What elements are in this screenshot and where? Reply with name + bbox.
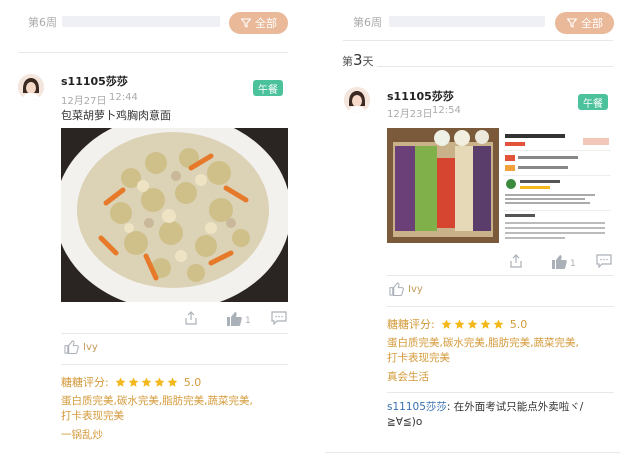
- divider: [377, 66, 613, 67]
- rating-row: 糖糖评分: 5.0: [61, 374, 201, 390]
- rating-score: 5.0: [183, 375, 202, 389]
- meal-badge: 午餐: [578, 94, 608, 110]
- like-button[interactable]: 1: [226, 311, 251, 326]
- reply-comment[interactable]: s11105莎莎: 在外面考试只能点外卖啦ヾ/: [387, 400, 583, 415]
- thumbs-up-outline-icon: [64, 340, 79, 354]
- coach-feedback-line: 蛋白质完美,碳水完美,脂肪完美,蔬菜完美,: [61, 395, 253, 407]
- rating-label: 糖糖评分:: [61, 376, 109, 389]
- coach-feedback-line: 打卡表现完美: [61, 410, 124, 422]
- post-date: 12月27日: [61, 96, 107, 107]
- share-button[interactable]: [509, 254, 523, 268]
- reply-text: : 在外面考试只能点外卖啦ヾ/: [446, 401, 584, 413]
- divider: [387, 306, 614, 307]
- star-icon: [128, 377, 139, 387]
- rating-score: 5.0: [509, 317, 528, 331]
- star-icon: [441, 319, 452, 329]
- share-icon: [185, 311, 197, 325]
- divider: [325, 452, 620, 453]
- liked-by-row: Ivy: [389, 282, 423, 296]
- share-button[interactable]: [184, 311, 198, 325]
- filter-label: 全部: [581, 17, 603, 30]
- star-icon: [141, 377, 152, 387]
- avatar[interactable]: [344, 87, 370, 113]
- meal-badge: 午餐: [253, 80, 283, 96]
- username[interactable]: s11105莎莎: [61, 73, 128, 89]
- star-icon: [480, 319, 491, 329]
- divider: [387, 275, 614, 276]
- star-icon: [454, 319, 465, 329]
- week-label: 第6周: [28, 16, 57, 29]
- liked-by-row: Ivy: [64, 340, 98, 354]
- star-icon: [154, 377, 165, 387]
- thumbs-up-outline-icon: [389, 282, 404, 296]
- liked-by-name[interactable]: Ivy: [83, 342, 98, 353]
- coach-feedback-note: 真会生活: [387, 371, 429, 383]
- comment-icon: [271, 311, 287, 325]
- divider: [387, 392, 614, 393]
- thumbs-up-icon: [227, 312, 242, 326]
- like-count: 1: [570, 259, 576, 269]
- rating-row: 糖糖评分: 5.0: [387, 316, 527, 332]
- meal-label: 午餐: [258, 84, 278, 96]
- filter-icon: [566, 18, 578, 28]
- divider: [343, 40, 613, 41]
- comment-button[interactable]: [596, 254, 612, 268]
- week-progress-bar: [389, 16, 545, 27]
- panel-gap: [305, 0, 325, 461]
- star-icon: [467, 319, 478, 329]
- feed-panel-left: 第6周 全部 s11105莎莎 12月27日 12:44 午餐 包菜胡萝卜鸡胸肉…: [0, 0, 305, 461]
- liked-by-name[interactable]: Ivy: [408, 284, 423, 295]
- divider: [61, 364, 288, 365]
- coach-feedback-line: 蛋白质完美,碳水完美,脂肪完美,蔬菜完美,: [387, 337, 579, 349]
- week-progress-bar: [62, 16, 220, 27]
- username[interactable]: s11105莎莎: [387, 88, 454, 104]
- divider: [18, 52, 288, 53]
- reply-username[interactable]: s11105莎莎: [387, 401, 447, 413]
- filter-icon: [240, 18, 252, 28]
- rating-label: 糖糖评分:: [387, 318, 435, 331]
- post-text: 包菜胡萝卜鸡胸肉意面: [61, 109, 171, 122]
- share-icon: [510, 254, 522, 268]
- star-icon: [167, 377, 178, 387]
- coach-feedback-note: 一锅乱炒: [61, 429, 103, 441]
- avatar[interactable]: [18, 74, 44, 100]
- post-time: 12:54: [432, 105, 461, 116]
- rating-stars: [441, 319, 504, 330]
- week-label: 第6周: [353, 16, 382, 29]
- star-icon: [115, 377, 126, 387]
- reply-comment-cont: ≧∀≦)o: [387, 416, 423, 428]
- filter-button[interactable]: 全部: [229, 12, 288, 34]
- star-icon: [493, 319, 504, 329]
- post-date: 12月23日: [387, 109, 433, 120]
- comment-button[interactable]: [271, 311, 287, 325]
- day-label: 第3天: [342, 51, 374, 69]
- comment-icon: [596, 254, 612, 268]
- meal-photo[interactable]: [387, 128, 614, 243]
- meal-label: 午餐: [583, 98, 603, 110]
- divider: [61, 333, 288, 334]
- thumbs-up-icon: [552, 255, 567, 269]
- filter-label: 全部: [255, 17, 277, 30]
- post-time: 12:44: [109, 92, 138, 103]
- rating-stars: [115, 377, 178, 388]
- meal-photo[interactable]: [61, 128, 288, 302]
- like-count: 1: [245, 316, 251, 326]
- feed-panel-right: 第6周 全部 第3天 s11105莎莎 12月23日 12:54 午餐 1 Iv…: [325, 0, 620, 461]
- coach-feedback-line: 打卡表现完美: [387, 352, 450, 364]
- filter-button[interactable]: 全部: [555, 12, 614, 34]
- like-button[interactable]: 1: [551, 254, 576, 269]
